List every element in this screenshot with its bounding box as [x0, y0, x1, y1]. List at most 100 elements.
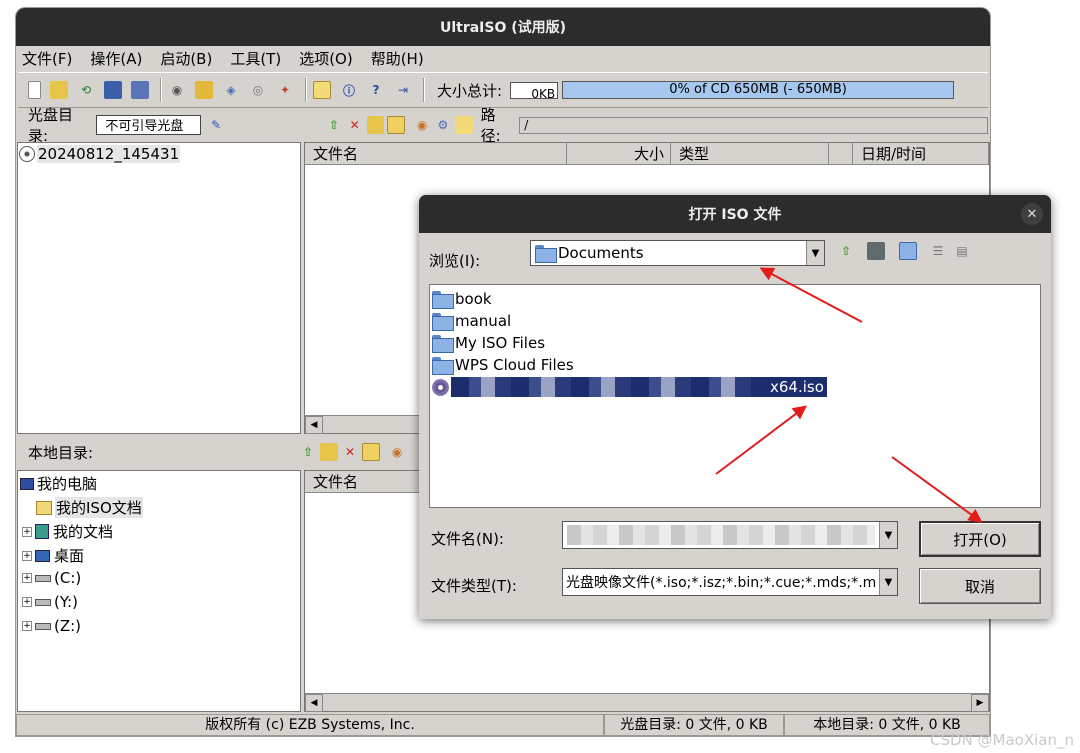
tree-my-computer[interactable]: 我的电脑 — [20, 473, 97, 494]
extract-icon[interactable]: ⟲ — [77, 81, 95, 99]
chevron-down-icon[interactable]: ▼ — [879, 569, 897, 595]
boot-status-field[interactable]: 不可引导光盘 — [96, 115, 202, 135]
scroll-right-icon[interactable]: ▶ — [971, 694, 989, 712]
column-type[interactable]: 类型 — [671, 143, 829, 165]
list-view-icon[interactable]: ☰ — [929, 242, 947, 260]
column-filename[interactable]: 文件名 — [305, 143, 567, 165]
up-dir-icon[interactable]: ⇧ — [325, 116, 343, 134]
expand-icon[interactable]: + — [22, 526, 32, 537]
filetype-dropdown[interactable]: 光盘映像文件(*.iso;*.isz;*.bin;*.cue;*.mds;*.m… — [562, 568, 898, 596]
up-folder-icon[interactable]: ⇧ — [837, 242, 855, 260]
filetype-value: 光盘映像文件(*.iso;*.isz;*.bin;*.cue;*.mds;*.m — [566, 575, 877, 591]
open-iso-dialog: 打开 ISO 文件 ✕ 浏览(I): Documents ▼ ⇧ ☰ ▤ boo… — [419, 195, 1051, 619]
tree-my-documents[interactable]: + 我的文档 — [22, 521, 113, 542]
status-copyright: 版权所有 (c) EZB Systems, Inc. — [16, 714, 604, 736]
path-field[interactable]: / — [519, 116, 988, 134]
column-datetime[interactable]: 日期/时间 — [853, 143, 989, 165]
column-size[interactable]: 大小 — [567, 143, 671, 165]
iso-filename-suffix: x64.iso — [767, 377, 827, 397]
menu-file[interactable]: 文件(F) — [22, 48, 72, 69]
info-icon[interactable]: ⓘ — [340, 81, 358, 99]
folder-icon — [535, 245, 557, 263]
menu-actions[interactable]: 操作(A) — [90, 48, 142, 69]
rename-icon[interactable] — [387, 116, 406, 134]
local-new-folder-icon[interactable] — [320, 443, 339, 461]
help-icon[interactable]: ? — [367, 81, 385, 99]
home-icon[interactable] — [867, 242, 885, 260]
chevron-down-icon[interactable]: ▼ — [879, 522, 897, 548]
list-item-folder[interactable]: My ISO Files — [432, 332, 545, 354]
virtual-drive-icon[interactable] — [195, 81, 213, 99]
properties-icon[interactable] — [313, 81, 331, 99]
new-folder-icon[interactable] — [899, 242, 917, 260]
local-rename-icon[interactable] — [362, 443, 381, 461]
expand-icon[interactable]: + — [22, 550, 32, 561]
close-icon[interactable]: ✕ — [1021, 203, 1043, 225]
item-label: book — [455, 290, 492, 308]
iso-docs-icon — [36, 500, 52, 515]
convert-icon[interactable]: ✦ — [276, 81, 294, 99]
item-label: My ISO Files — [455, 334, 546, 352]
view-icon[interactable] — [454, 116, 473, 134]
toolbar-separator — [423, 78, 425, 102]
tree-drive-z[interactable]: + (Z:) — [22, 617, 81, 635]
expand-icon[interactable]: + — [22, 597, 32, 607]
menu-bootable[interactable]: 启动(B) — [160, 48, 212, 69]
chevron-down-icon[interactable]: ▼ — [806, 241, 824, 265]
list-item-folder[interactable]: WPS Cloud Files — [432, 354, 574, 376]
tree-label: (Y:) — [54, 593, 78, 611]
local-boot-icon[interactable]: ◉ — [388, 443, 406, 461]
new-folder-icon[interactable] — [366, 116, 385, 134]
disc-icon — [19, 146, 35, 162]
dialog-title: 打开 ISO 文件 — [419, 195, 1051, 233]
disc-directory-row: 光盘目录: 不可引导光盘 ✎ ⇧ ✕ ◉ ⚙ 路径: / — [18, 106, 988, 145]
edit-disc-icon[interactable]: ✎ — [207, 116, 225, 134]
burn-icon[interactable]: ◉ — [168, 81, 186, 99]
watermark: CSDN @MaoXian_n — [930, 731, 1074, 749]
scroll-left-icon[interactable]: ◀ — [305, 416, 323, 434]
tree-label: 桌面 — [54, 547, 85, 565]
scroll-left-icon[interactable]: ◀ — [305, 694, 323, 712]
toolbar-separator — [305, 78, 307, 102]
list-item-folder[interactable]: manual — [432, 310, 511, 332]
local-up-icon[interactable]: ⇧ — [299, 443, 317, 461]
open-folder-icon[interactable] — [50, 81, 68, 99]
tree-label: 我的电脑 — [37, 475, 98, 493]
delete-icon[interactable]: ✕ — [346, 116, 364, 134]
detail-view-icon[interactable]: ▤ — [953, 242, 971, 260]
list-item-iso-selected[interactable]: x64.iso — [432, 376, 827, 398]
compress-icon[interactable]: ◈ — [222, 81, 240, 99]
browse-value: Documents — [558, 244, 644, 262]
browse-dropdown[interactable]: Documents ▼ — [530, 240, 825, 266]
list-item-folder[interactable]: book — [432, 288, 492, 310]
menu-options[interactable]: 选项(O) — [299, 48, 353, 69]
path-label: 路径: — [480, 106, 501, 145]
save-icon[interactable] — [104, 81, 122, 99]
drive-icon — [35, 574, 51, 582]
new-file-icon[interactable] — [28, 81, 41, 99]
local-hscrollbar[interactable]: ◀ ▶ — [305, 693, 989, 712]
mount-icon[interactable]: ◎ — [249, 81, 267, 99]
exit-icon[interactable]: ⇥ — [394, 81, 412, 99]
menu-help[interactable]: 帮助(H) — [371, 48, 424, 69]
tree-my-iso-docs[interactable]: 我的ISO文档 — [36, 497, 143, 518]
capacity-bar[interactable]: 0% of CD 650MB (- 650MB) — [562, 81, 955, 99]
tree-desktop[interactable]: + 桌面 — [22, 545, 84, 566]
expand-icon[interactable]: + — [22, 621, 32, 631]
tree-label: (Z:) — [54, 617, 82, 635]
disc-root-node[interactable]: 20240812_145431 — [19, 145, 181, 163]
boot-icon[interactable]: ◉ — [413, 116, 431, 134]
menu-tools[interactable]: 工具(T) — [230, 48, 281, 69]
window-title: UltraISO (试用版) — [16, 8, 990, 46]
tree-drive-c[interactable]: + (C:) — [22, 569, 81, 587]
save-as-icon[interactable] — [131, 81, 149, 99]
local-delete-icon[interactable]: ✕ — [341, 443, 359, 461]
cancel-button[interactable]: 取消 — [919, 568, 1041, 604]
expand-icon[interactable]: + — [22, 573, 32, 583]
status-bar: 版权所有 (c) EZB Systems, Inc. 光盘目录: 0 文件, 0… — [16, 714, 990, 736]
filename-field[interactable]: ▼ — [562, 521, 898, 549]
settings-gear-icon[interactable]: ⚙ — [434, 116, 452, 134]
toolbar-separator — [160, 78, 162, 102]
tree-drive-y[interactable]: + (Y:) — [22, 593, 78, 611]
tree-label: 我的文档 — [53, 523, 114, 541]
